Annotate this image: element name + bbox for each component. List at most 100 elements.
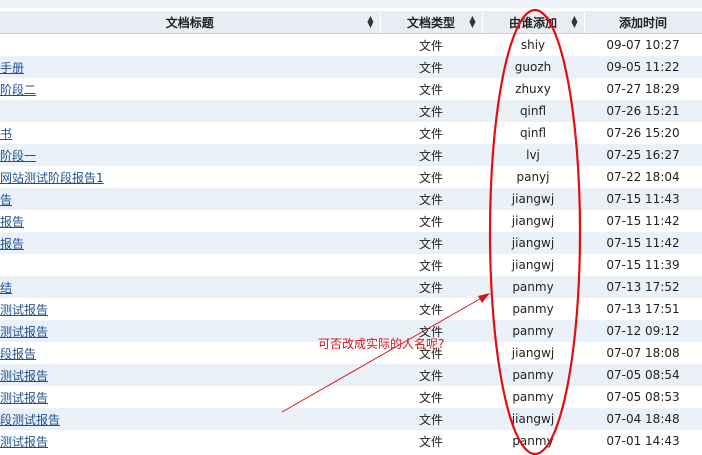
cell-title: 阶段一 [0,144,380,166]
table-row[interactable]: 书 文件 qinfl 07-26 15:20 [0,122,702,144]
table-row[interactable]: 测试报告 文件 panmy 07-13 17:51 [0,298,702,320]
table-row[interactable]: 告 文件 jiangwj 07-15 11:43 [0,188,702,210]
cell-title: 测试报告 [0,298,380,320]
cell-added-by: panmy [482,276,584,298]
document-title-link[interactable]: 告 [0,193,12,207]
cell-title: 手册 [0,56,380,78]
table-row[interactable]: 报告 文件 jiangwj 07-15 11:42 [0,232,702,254]
cell-title [0,33,380,56]
cell-added-by: jiangwj [482,254,584,276]
annotation-text: 可否改成实际的人名呢? [318,337,445,351]
cell-type: 文件 [380,144,482,166]
cell-type: 文件 [380,430,482,452]
document-title-link[interactable]: 测试报告 [0,303,48,317]
cell-title: 结 [0,276,380,298]
cell-type: 文件 [380,210,482,232]
sort-icon[interactable]: ▲ ▼ [367,15,373,29]
cell-title: 阶段二 [0,78,380,100]
cell-title [0,100,380,122]
table-row[interactable]: 文件 jiangwj 07-15 11:39 [0,254,702,276]
table-row[interactable]: 测试报告 文件 panmy 07-05 08:54 [0,364,702,386]
table-row[interactable]: 手册 文件 guozh 09-05 11:22 [0,56,702,78]
table-row[interactable]: 阶段一 文件 lvj 07-25 16:27 [0,144,702,166]
table-row[interactable]: 段测试报告 文件 jiangwj 07-04 18:48 [0,408,702,430]
table-row[interactable]: 文件 qinfl 07-26 15:21 [0,100,702,122]
cell-added-by: panmy [482,430,584,452]
cell-added-at: 07-07 18:08 [584,342,702,364]
column-header-type[interactable]: 文档类型 ▲ ▼ [380,11,483,34]
cell-added-by: jiangwj [482,342,584,364]
cell-added-by: jiangwj [482,408,584,430]
cell-title: 网站测试阶段报告1 [0,166,380,188]
document-title-link[interactable]: 段报告 [0,347,36,361]
cell-added-by: panmy [482,364,584,386]
column-header-added-at-label: 添加时间 [618,15,667,30]
cell-type: 文件 [380,232,482,254]
cell-added-by: jiangwj [482,210,584,232]
cell-type: 文件 [380,100,482,122]
cell-title: 测试报告 [0,430,380,452]
cell-added-at: 07-25 16:27 [584,144,702,166]
cell-added-at: 07-15 11:42 [584,232,702,254]
sort-icon[interactable]: ▲ ▼ [469,15,475,29]
cell-added-by: qinfl [482,100,584,122]
cell-type: 文件 [380,408,482,430]
cell-title: 测试报告 [0,364,380,386]
cell-added-at: 07-01 14:43 [584,430,702,452]
cell-added-at: 07-05 08:53 [584,386,702,408]
cell-added-at: 07-27 18:29 [584,78,702,100]
cell-type: 文件 [380,364,482,386]
table-row[interactable]: 测试报告 文件 panmy 07-05 08:53 [0,386,702,408]
cell-type: 文件 [380,188,482,210]
cell-title: 告 [0,188,380,210]
document-title-link[interactable]: 测试报告 [0,325,48,339]
cell-added-at: 07-15 11:43 [584,188,702,210]
table-row[interactable]: 报告 文件 jiangwj 07-15 11:42 [0,210,702,232]
document-title-link[interactable]: 测试报告 [0,391,48,405]
table-row[interactable]: 网站测试阶段报告1 文件 panyj 07-22 18:04 [0,166,702,188]
column-header-added-at[interactable]: 添加时间 [584,11,702,34]
cell-type: 文件 [380,56,482,78]
cell-added-at: 07-22 18:04 [584,166,702,188]
document-table: 文档标题 ▲ ▼ 文档类型 ▲ ▼ 由谁添加 ▲ ▼ 添加时间 文件 shiy 09-07… [0,11,702,452]
sort-icon[interactable]: ▲ ▼ [571,15,577,29]
cell-added-at: 07-12 09:12 [584,320,702,342]
table-header-row: 文档标题 ▲ ▼ 文档类型 ▲ ▼ 由谁添加 ▲ ▼ 添加时间 [0,11,702,34]
document-title-link[interactable]: 结 [0,281,12,295]
table-row[interactable]: 结 文件 panmy 07-13 17:52 [0,276,702,298]
cell-added-by: lvj [482,144,584,166]
document-title-link[interactable]: 报告 [0,237,24,251]
cell-added-at: 07-04 18:48 [584,408,702,430]
column-header-title-label: 文档标题 [165,15,214,30]
document-title-link[interactable]: 手册 [0,61,24,75]
cell-added-at: 07-13 17:52 [584,276,702,298]
cell-type: 文件 [380,254,482,276]
cell-type: 文件 [380,386,482,408]
table-row[interactable]: 阶段二 文件 zhuxy 07-27 18:29 [0,78,702,100]
document-title-link[interactable]: 测试报告 [0,369,48,383]
cell-added-by: qinfl [482,122,584,144]
column-header-type-label: 文档类型 [406,15,455,30]
document-title-link[interactable]: 书 [0,127,12,141]
table-row[interactable]: 文件 shiy 09-07 10:27 [0,33,702,56]
cell-added-at: 09-07 10:27 [584,33,702,56]
cell-title: 测试报告 [0,386,380,408]
cell-title [0,254,380,276]
document-title-link[interactable]: 网站测试阶段报告1 [0,171,104,185]
cell-added-at: 07-15 11:42 [584,210,702,232]
document-title-link[interactable]: 段测试报告 [0,413,60,427]
cell-title: 书 [0,122,380,144]
column-header-added-by[interactable]: 由谁添加 ▲ ▼ [482,11,585,34]
cell-type: 文件 [380,78,482,100]
column-header-title[interactable]: 文档标题 ▲ ▼ [0,11,381,34]
cell-added-at: 07-15 11:39 [584,254,702,276]
cell-added-at: 07-05 08:54 [584,364,702,386]
table-row[interactable]: 测试报告 文件 panmy 07-01 14:43 [0,430,702,452]
cell-type: 文件 [380,276,482,298]
cell-title: 段测试报告 [0,408,380,430]
document-title-link[interactable]: 阶段二 [0,83,36,97]
cell-type: 文件 [380,298,482,320]
document-title-link[interactable]: 阶段一 [0,149,36,163]
document-title-link[interactable]: 测试报告 [0,435,48,449]
document-title-link[interactable]: 报告 [0,215,24,229]
